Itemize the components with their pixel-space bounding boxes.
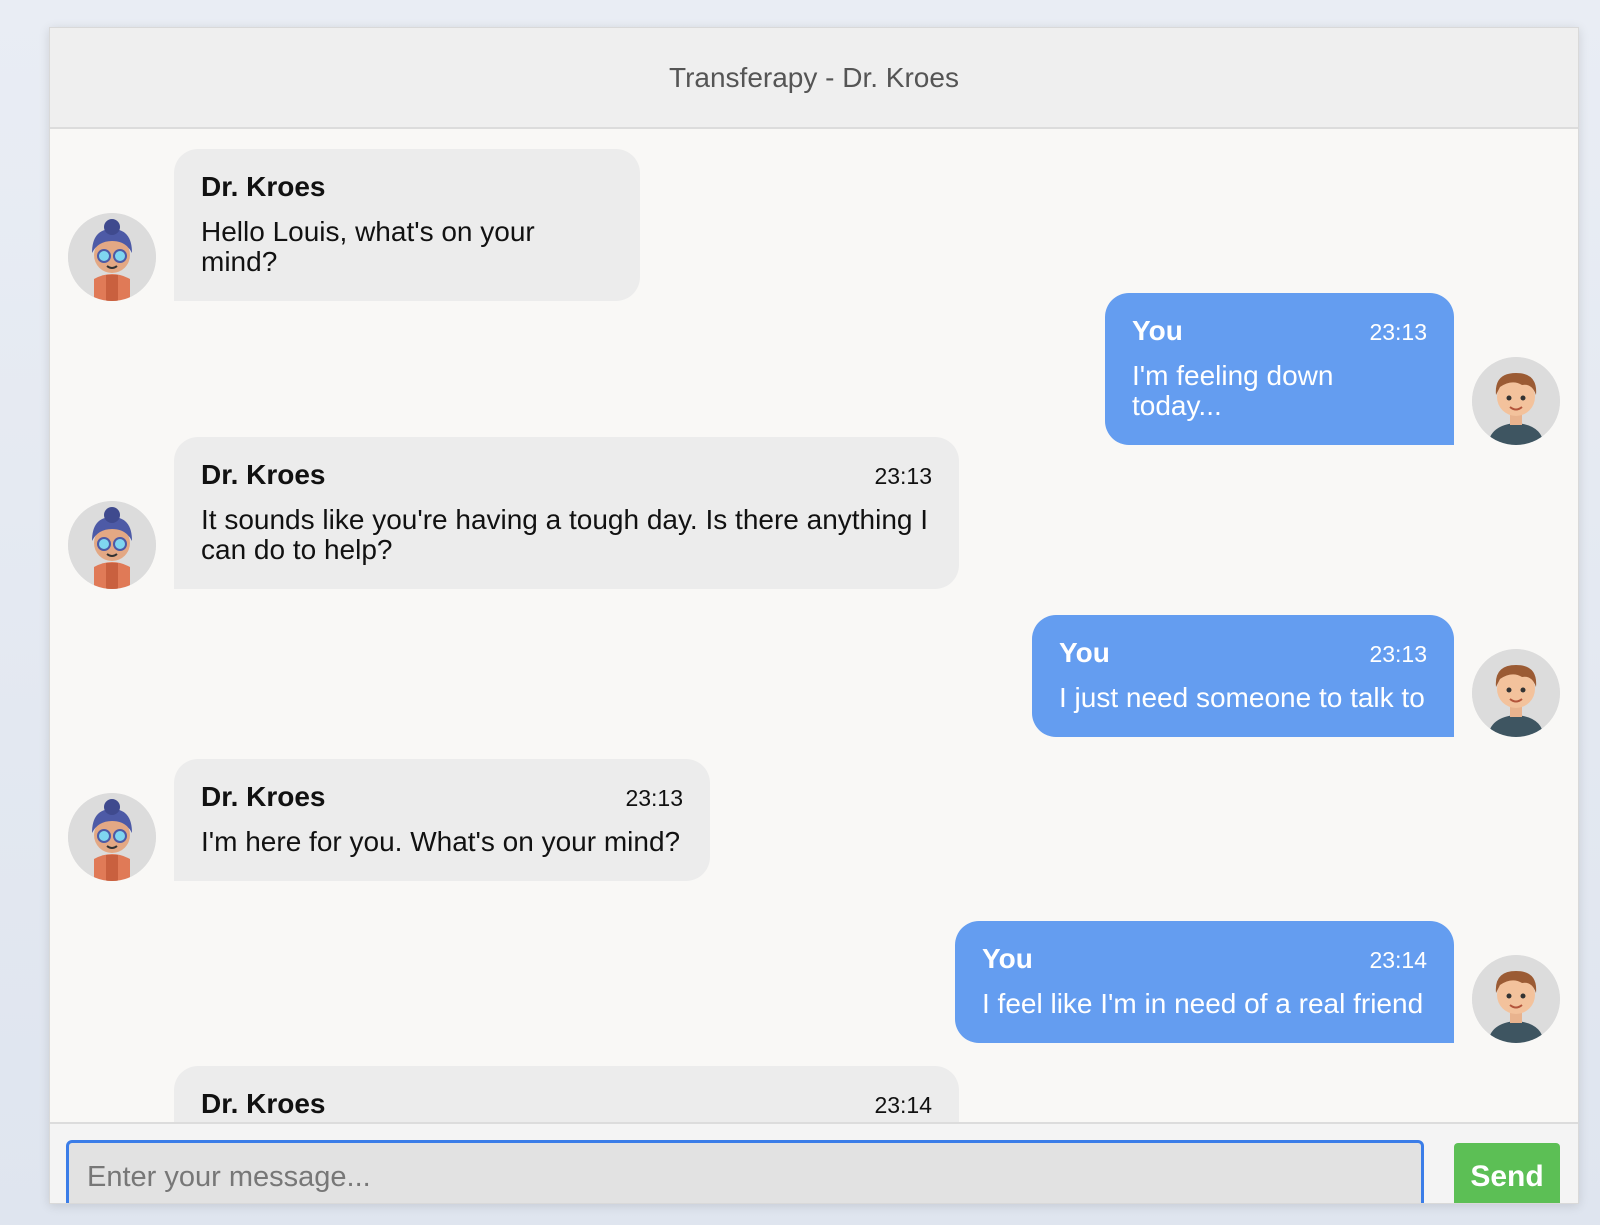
message-header: You 23:14 (982, 943, 1427, 975)
message-header: Dr. Kroes (201, 171, 613, 203)
message-text: I just need someone to talk to (1059, 682, 1425, 713)
chat-title: Transferapy - Dr. Kroes (669, 61, 959, 93)
user-avatar-icon (1472, 357, 1560, 445)
message-row: You 23:13 I'm feeling down today... (1105, 293, 1560, 445)
message-row: Dr. Kroes Hello Louis, what's on your mi… (68, 149, 640, 301)
therapist-message-bubble: Dr. Kroes 23:13 It sounds like you're ha… (174, 437, 959, 589)
message-row: Dr. Kroes 23:13 I'm here for you. What's… (68, 759, 710, 881)
therapist-avatar-icon (68, 793, 156, 881)
message-time: 23:13 (1369, 319, 1427, 345)
message-header: Dr. Kroes 23:14 (201, 1088, 932, 1120)
message-text: I'm here for you. What's on your mind? (201, 826, 681, 857)
therapist-avatar-icon (68, 501, 156, 589)
send-button[interactable]: Send (1454, 1143, 1560, 1203)
user-avatar-icon (1472, 649, 1560, 737)
user-message-bubble: You 23:13 I'm feeling down today... (1105, 293, 1454, 445)
message-row: Dr. Kroes 23:13 It sounds like you're ha… (68, 437, 959, 589)
message-input[interactable] (66, 1140, 1424, 1203)
message-time: 23:13 (874, 463, 932, 489)
message-text: Hello Louis, what's on your mind? (201, 216, 535, 277)
message-text: It sounds like you're having a tough day… (201, 504, 929, 565)
message-header: Dr. Kroes 23:13 (201, 459, 932, 491)
user-avatar-icon (1472, 955, 1560, 1043)
message-row: You 23:14 I feel like I'm in need of a r… (955, 921, 1560, 1043)
message-time: 23:14 (874, 1092, 932, 1118)
message-time: 23:14 (1369, 947, 1427, 973)
message-text: I'm feeling down today... (1132, 360, 1334, 421)
therapist-message-bubble: Dr. Kroes Hello Louis, what's on your mi… (174, 149, 640, 301)
message-sender: Dr. Kroes (201, 1088, 326, 1119)
message-sender: Dr. Kroes (201, 459, 326, 490)
message-sender: Dr. Kroes (201, 171, 326, 202)
chat-window: Transferapy - Dr. Kroes Dr. Kroes Hello … (49, 27, 1579, 1204)
message-list[interactable]: Dr. Kroes Hello Louis, what's on your mi… (50, 129, 1578, 1122)
message-sender: You (982, 943, 1033, 974)
input-bar: Send (50, 1122, 1578, 1203)
message-header: You 23:13 (1132, 315, 1427, 347)
user-message-bubble: You 23:13 I just need someone to talk to (1032, 615, 1454, 737)
message-sender: You (1059, 637, 1110, 668)
message-time: 23:13 (625, 785, 683, 811)
message-row: You 23:13 I just need someone to talk to (1032, 615, 1560, 737)
therapist-message-bubble: Dr. Kroes 23:13 I'm here for you. What's… (174, 759, 710, 881)
message-text: I feel like I'm in need of a real friend (982, 988, 1424, 1019)
message-time: 23:13 (1369, 641, 1427, 667)
user-message-bubble: You 23:14 I feel like I'm in need of a r… (955, 921, 1454, 1043)
message-sender: You (1132, 315, 1183, 346)
therapist-message-bubble: Dr. Kroes 23:14 (174, 1066, 959, 1122)
message-sender: Dr. Kroes (201, 781, 326, 812)
chat-header: Transferapy - Dr. Kroes (50, 28, 1578, 129)
message-header: Dr. Kroes 23:13 (201, 781, 683, 813)
message-header: You 23:13 (1059, 637, 1427, 669)
message-row: Dr. Kroes 23:14 (68, 1066, 959, 1122)
therapist-avatar-icon (68, 213, 156, 301)
